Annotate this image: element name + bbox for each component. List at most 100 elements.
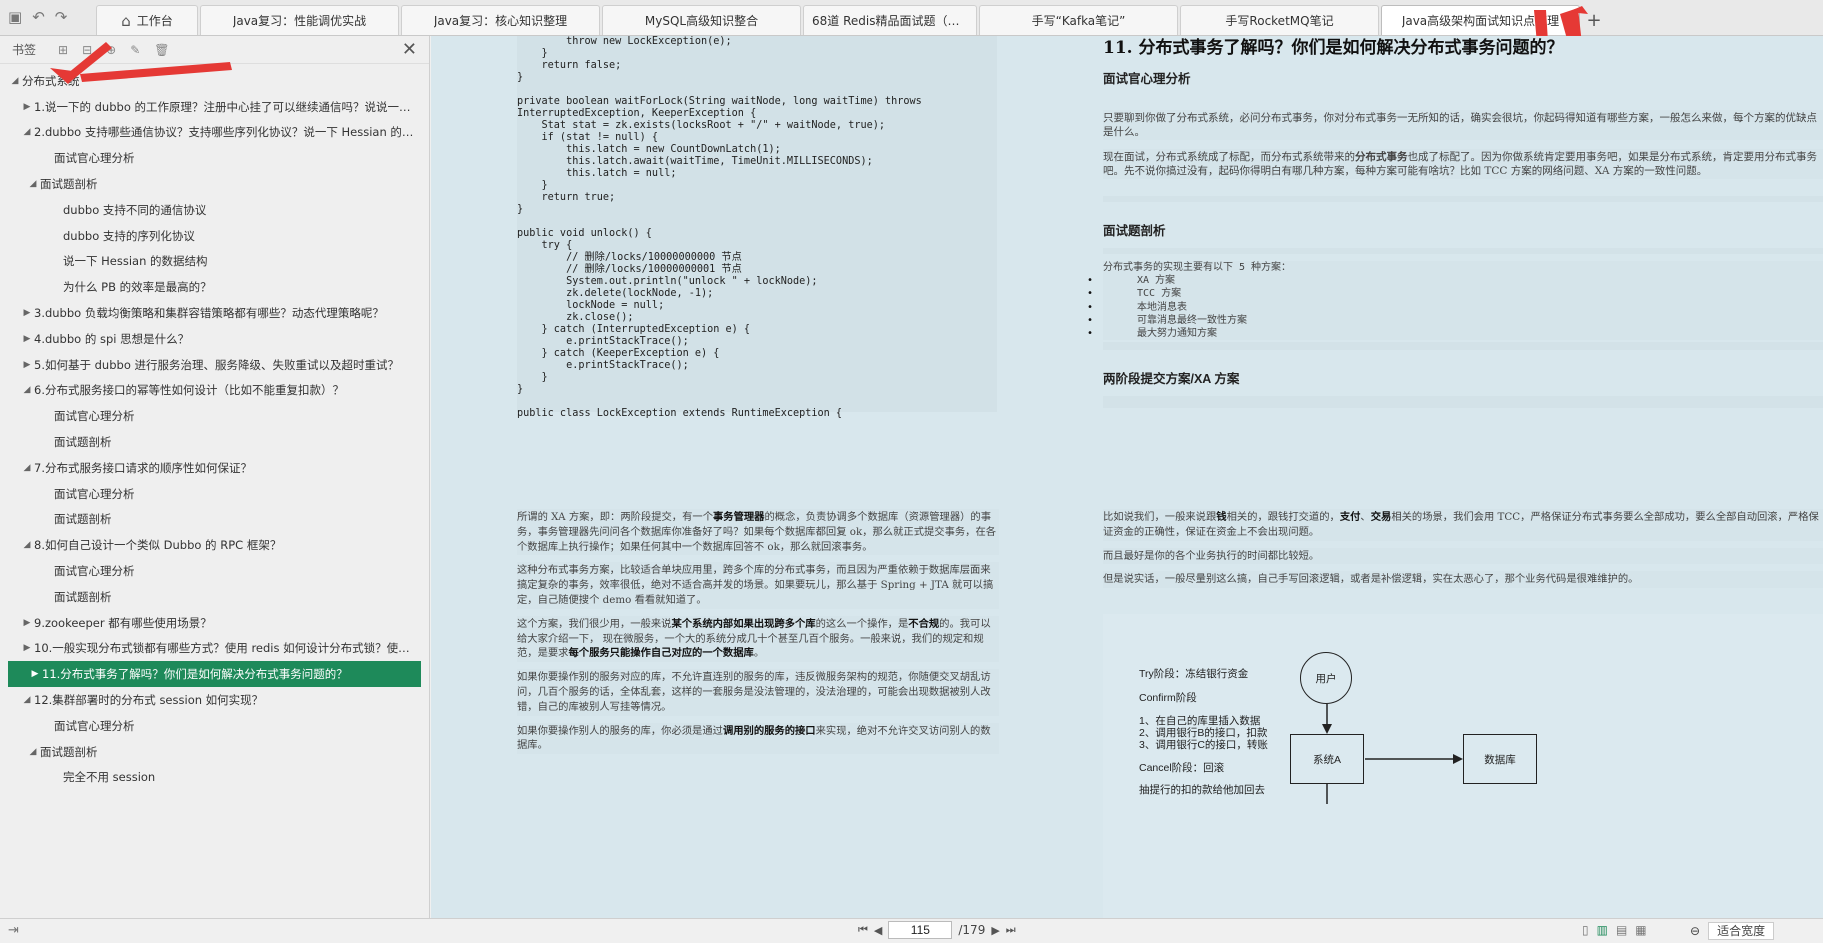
- continuous-view-icon[interactable]: ▤: [1616, 923, 1627, 937]
- tab-rocketmq[interactable]: 手写RocketMQ笔记: [1180, 5, 1379, 35]
- bookmark-item[interactable]: ▶ 9.zookeeper 都有哪些使用场景？: [0, 610, 429, 636]
- tab-label: Java复习：性能调优实战: [232, 14, 367, 28]
- expand-arrow-icon[interactable]: ▶: [28, 669, 42, 679]
- expand-arrow-icon[interactable]: ▶: [20, 308, 34, 318]
- zoom-select[interactable]: 适合宽度: [1708, 922, 1775, 940]
- tab-redis[interactable]: 68道 Redis精品面试题（带解...: [803, 5, 977, 35]
- bookmark-label: 9.zookeeper 都有哪些使用场景？: [34, 615, 212, 630]
- bookmark-label: dubbo 支持的序列化协议: [63, 228, 195, 243]
- bookmark-label: dubbo 支持不同的通信协议: [63, 202, 207, 217]
- delete-bookmark-icon[interactable]: 🗑: [154, 43, 169, 57]
- bookmark-item[interactable]: ▶ 5.如何基于 dubbo 进行服务治理、服务降级、失败重试以及超时重试？: [0, 352, 429, 378]
- expand-arrow-icon[interactable]: ▶: [20, 360, 34, 370]
- collapse-arrow-icon[interactable]: ◢: [8, 76, 22, 86]
- arrow-system-to-db: [1365, 754, 1463, 764]
- prev-page-icon[interactable]: ◀: [874, 924, 882, 937]
- bookmark-item[interactable]: ▶ 10.一般实现分布式锁都有哪些方式？使用 redis 如何设计分布式锁？使用 …: [0, 636, 429, 662]
- collapse-arrow-icon[interactable]: ◢: [20, 385, 34, 395]
- bookmark-item[interactable]: dubbo 支持的序列化协议: [0, 223, 429, 249]
- bookmark-item[interactable]: ▶ 1.说一下的 dubbo 的工作原理？注册中心挂了可以继续通信吗？说说一次 r…: [0, 94, 429, 120]
- tab-kafka[interactable]: 手写“Kafka笔记”: [979, 5, 1178, 35]
- collapse-arrow-icon[interactable]: ◢: [20, 540, 34, 550]
- bookmark-item[interactable]: dubbo 支持不同的通信协议: [0, 197, 429, 223]
- expand-arrow-icon[interactable]: ▶: [20, 334, 34, 344]
- toggle-sidebar-icon[interactable]: ⇥: [8, 923, 19, 938]
- code-line: return false;: [517, 60, 622, 71]
- bookmark-item[interactable]: ◢ 面试题剖析: [0, 171, 429, 197]
- bookmark-item[interactable]: 面试官心理分析: [0, 558, 429, 584]
- bookmark-item[interactable]: 面试官心理分析: [0, 403, 429, 429]
- first-page-icon[interactable]: ⏮: [858, 923, 868, 937]
- close-icon[interactable]: ✕: [402, 39, 417, 60]
- next-page-icon[interactable]: ▶: [991, 924, 999, 937]
- bookmark-item[interactable]: ◢ 分布式系统: [0, 68, 429, 94]
- band: [1103, 248, 1823, 254]
- list-item: TCC 方案: [1087, 287, 1823, 300]
- expand-arrow-icon[interactable]: ▶: [20, 643, 34, 653]
- solution-list: 分布式事务的实现主要有以下 5 种方案： XA 方案TCC 方案本地消息表可靠消…: [1087, 261, 1823, 340]
- text-run: 每个服务只能操作自己对应的一个数据库: [568, 647, 754, 660]
- save-icon[interactable]: ▣: [8, 8, 22, 26]
- bookmark-item[interactable]: ◢ 12.集群部署时的分布式 session 如何实现？: [0, 687, 429, 713]
- page-number-input[interactable]: [888, 921, 953, 939]
- bookmark-item[interactable]: 说一下 Hessian 的数据结构: [0, 249, 429, 275]
- bookmark-item[interactable]: ◢ 6.分布式服务接口的幂等性如何设计（比如不能重复扣款）？: [0, 378, 429, 404]
- bookmark-label: 面试题剖析: [40, 177, 98, 192]
- bookmark-item[interactable]: ▶ 3.dubbo 负载均衡策略和集群容错策略都有哪些？动态代理策略呢？: [0, 300, 429, 326]
- expand-all-icon[interactable]: ⊞: [58, 43, 68, 57]
- last-page-icon[interactable]: ⏭: [1006, 923, 1016, 937]
- bookmark-item-selected[interactable]: ▶ 11.分布式事务了解吗？你们是如何解决分布式事务问题的？: [8, 661, 421, 688]
- bookmark-item[interactable]: ◢ 面试题剖析: [0, 739, 429, 765]
- bookmark-item[interactable]: ◢ 2.dubbo 支持哪些通信协议？支持哪些序列化协议？说一下 Hessian …: [0, 120, 429, 146]
- bookmark-item[interactable]: 面试题剖析: [0, 429, 429, 455]
- bookmark-label: 3.dubbo 负载均衡策略和集群容错策略都有哪些？动态代理策略呢？: [34, 306, 384, 321]
- expand-arrow-icon[interactable]: ▶: [20, 618, 34, 628]
- bookmark-item[interactable]: 完全不用 session: [0, 765, 429, 791]
- code-line: private boolean waitForLock(String waitN…: [517, 96, 922, 107]
- tab-java-perf[interactable]: Java复习：性能调优实战: [200, 5, 399, 35]
- bookmark-item[interactable]: 面试题剖析: [0, 507, 429, 533]
- code-line: if (stat != null) {: [517, 132, 659, 143]
- bookmark-item[interactable]: ▶ 4.dubbo 的 spi 思想是什么？: [0, 326, 429, 352]
- collapse-arrow-icon[interactable]: ◢: [20, 127, 34, 137]
- edit-bookmark-icon[interactable]: ✎: [130, 43, 140, 57]
- collapse-arrow-icon[interactable]: ◢: [26, 179, 40, 189]
- tab-java-core[interactable]: Java复习：核心知识整理: [401, 5, 600, 35]
- tab-home[interactable]: ⌂ 工作台: [96, 5, 198, 35]
- collapse-arrow-icon[interactable]: ◢: [26, 747, 40, 757]
- text-run: 不合规: [908, 617, 940, 630]
- zoom-out-icon[interactable]: ⊖: [1690, 924, 1700, 938]
- document-viewer[interactable]: throw new LockException(e); } return fal…: [431, 36, 1823, 918]
- undo-icon[interactable]: ↶: [32, 8, 45, 26]
- collapse-arrow-icon[interactable]: ◢: [20, 463, 34, 473]
- band: [1103, 196, 1823, 202]
- text-run: 现在面试，分布式系统成了标配，而分布式系统带来的: [1103, 151, 1355, 163]
- new-tab-button[interactable]: +: [1582, 5, 1606, 35]
- book-view-icon[interactable]: ▦: [1635, 923, 1646, 937]
- double-page-view-icon[interactable]: ▥: [1597, 923, 1608, 937]
- expand-arrow-icon[interactable]: ▶: [20, 102, 34, 112]
- tab-mysql[interactable]: MySQL高级知识整合: [602, 5, 801, 35]
- collapse-all-icon[interactable]: ⊟: [82, 43, 92, 57]
- tab-label: Java高级架构面试知识点整理: [1401, 14, 1560, 28]
- bookmark-item[interactable]: 面试题剖析: [0, 584, 429, 610]
- bookmark-item[interactable]: ◢ 8.如何自己设计一个类似 Dubbo 的 RPC 框架？: [0, 532, 429, 558]
- unsaved-dot-icon: [1563, 18, 1569, 24]
- bookmark-item[interactable]: 面试官心理分析: [0, 713, 429, 739]
- redo-icon[interactable]: ↷: [55, 8, 68, 26]
- bookmark-item[interactable]: 面试官心理分析: [0, 481, 429, 507]
- bookmark-item[interactable]: ◢ 7.分布式服务接口请求的顺序性如何保证？: [0, 455, 429, 481]
- text-run: 所谓的 XA 方案，即：两阶段提交，有一个: [517, 511, 713, 523]
- bookmark-item[interactable]: 面试官心理分析: [0, 145, 429, 171]
- code-line: return true;: [517, 192, 616, 203]
- add-bookmark-icon[interactable]: ⊕: [106, 43, 116, 57]
- bookmark-item[interactable]: 为什么 PB 的效率是最高的？: [0, 274, 429, 300]
- single-page-view-icon[interactable]: ▯: [1582, 923, 1589, 937]
- collapse-arrow-icon[interactable]: ◢: [20, 695, 34, 705]
- tab-java-arch-active[interactable]: Java高级架构面试知识点整理: [1381, 5, 1580, 35]
- list-item: 本地消息表: [1087, 301, 1823, 314]
- tab-bar: ▣ ↶ ↷ ⌂ 工作台 Java复习：性能调优实战 Java复习：核心知识整理 …: [0, 0, 1823, 36]
- code-line: this.latch = new CountDownLatch(1);: [517, 144, 781, 155]
- code-line: }: [517, 180, 548, 191]
